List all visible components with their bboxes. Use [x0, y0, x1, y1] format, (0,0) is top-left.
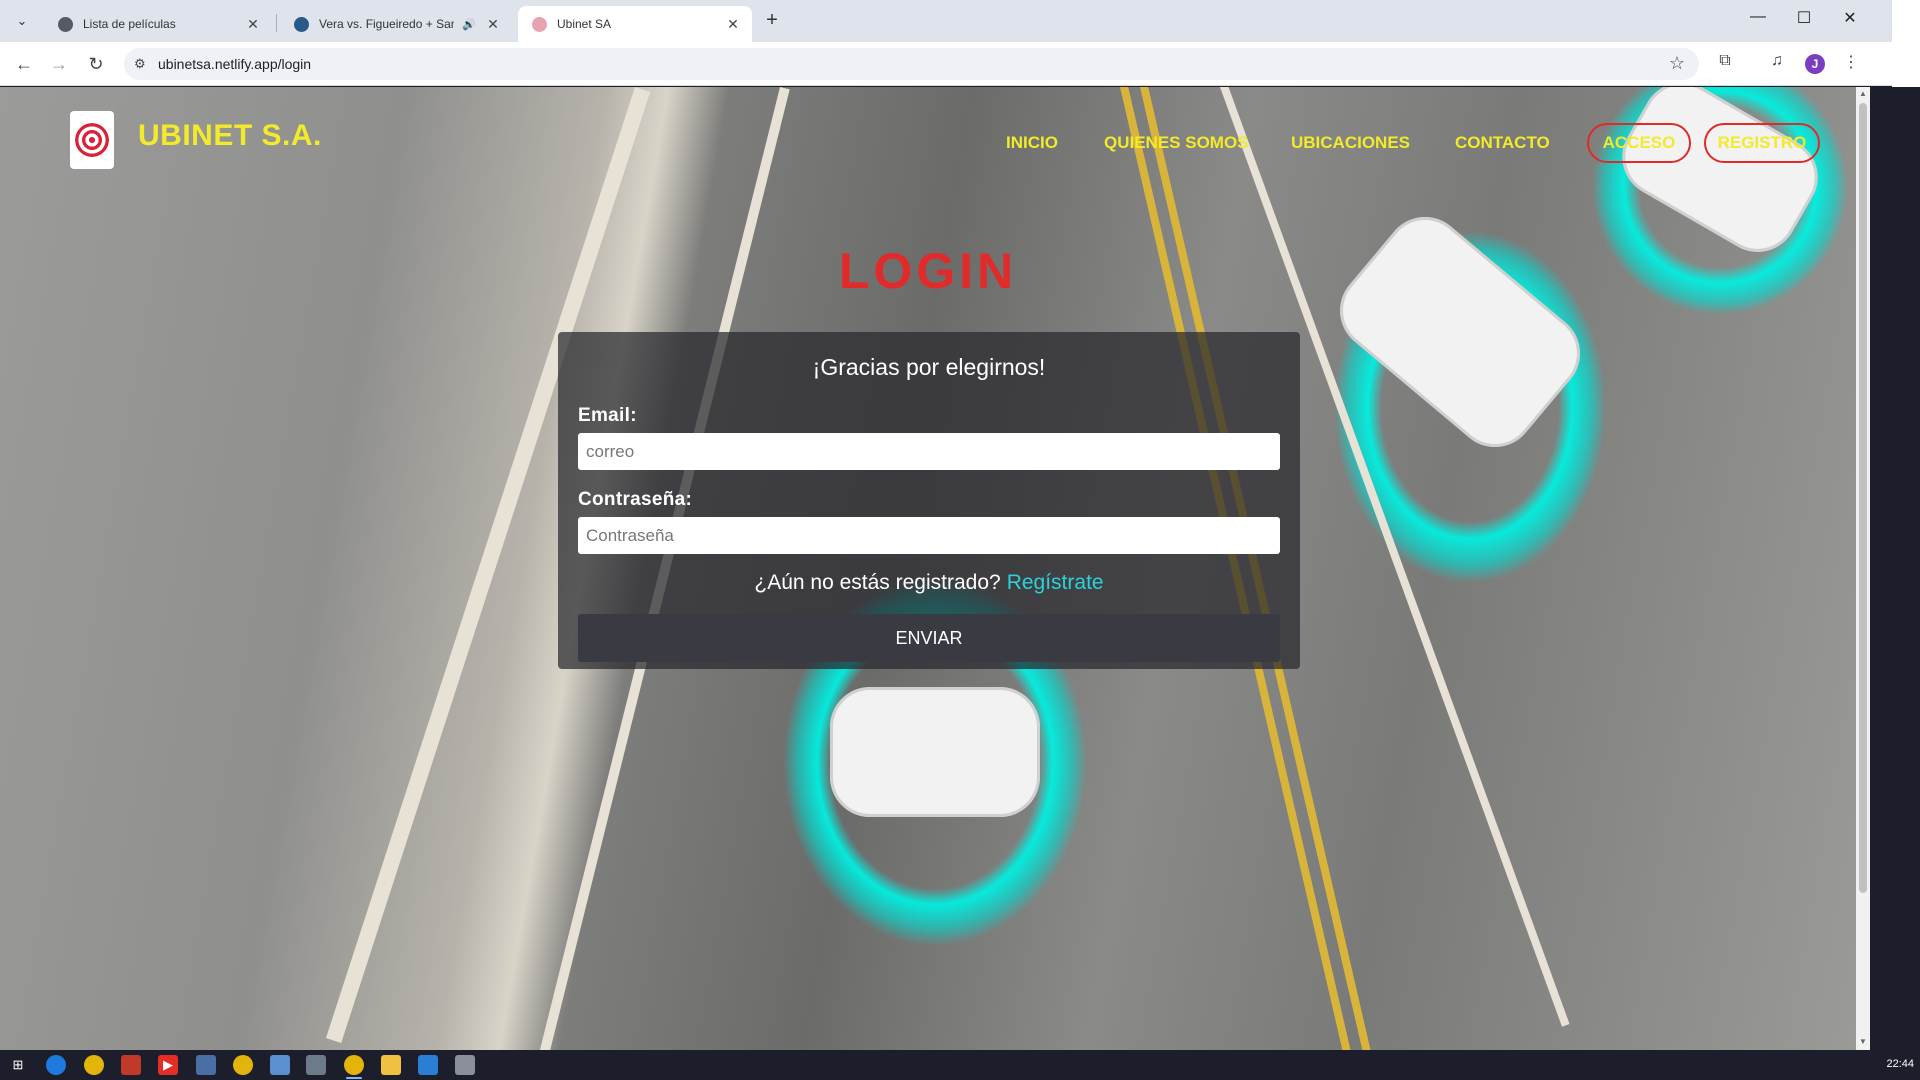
close-icon[interactable]: ✕: [724, 16, 742, 33]
email-label: Email:: [578, 405, 637, 426]
register-link[interactable]: Regístrate: [1007, 571, 1104, 594]
bookmark-star-icon[interactable]: ☆: [1669, 53, 1685, 74]
car-image: [1607, 87, 1833, 267]
scroll-thumb[interactable]: [1859, 103, 1867, 893]
active-app-indicator: [346, 1077, 362, 1079]
email-field[interactable]: [578, 433, 1280, 470]
site-favicon-icon: [294, 16, 309, 32]
site-info-icon[interactable]: ⚙: [134, 56, 146, 72]
youtube-icon[interactable]: ▶: [158, 1055, 178, 1075]
tab-search-icon[interactable]: ⌄: [10, 10, 34, 32]
menu-kebab-icon[interactable]: ⋮: [1839, 52, 1863, 72]
tab-label: Ubinet SA: [557, 17, 612, 31]
url-text[interactable]: ubinetsa.netlify.app/login: [158, 56, 311, 72]
password-field[interactable]: [578, 517, 1280, 554]
app-icon[interactable]: [196, 1055, 216, 1075]
tab-label: Lista de películas: [83, 17, 176, 31]
car-image: [1323, 200, 1597, 464]
tab-divider: [276, 14, 277, 32]
ubinet-favicon-icon: [532, 16, 547, 32]
vscode-icon[interactable]: [418, 1055, 438, 1075]
brand-name[interactable]: UBINET S.A.: [138, 119, 322, 153]
login-form: ¡Gracias por elegirnos! Email: Contraseñ…: [558, 332, 1300, 669]
chrome-icon[interactable]: [84, 1055, 104, 1075]
browser-toolbar: ← → ↻ ⚙ ubinetsa.netlify.app/login ☆ ⧉ ♫…: [0, 42, 1892, 86]
register-prompt-row: ¿Aún no estás registrado? Regístrate: [558, 571, 1300, 595]
background-window-edge: [1870, 87, 1920, 1050]
new-tab-button[interactable]: +: [760, 9, 784, 32]
scroll-down-icon[interactable]: ▼: [1858, 1037, 1868, 1046]
nav-quienes-somos[interactable]: QUIENES SOMOS: [1104, 133, 1249, 153]
greeting-text: ¡Gracias por elegirnos!: [812, 354, 1046, 380]
target-logo-icon: [75, 123, 109, 157]
chrome-icon[interactable]: [344, 1055, 364, 1075]
maximize-icon[interactable]: ☐: [1784, 8, 1824, 28]
minimize-icon[interactable]: —: [1738, 8, 1778, 26]
register-prompt-text: ¿Aún no estás registrado?: [754, 571, 1001, 594]
file-explorer-icon[interactable]: [381, 1055, 401, 1075]
nav-acceso-button[interactable]: ACCESO: [1587, 123, 1691, 163]
close-window-icon[interactable]: ✕: [1830, 8, 1870, 28]
window-edge: [1892, 0, 1920, 87]
taskbar: ⊞ ▶ 22:44: [0, 1050, 1920, 1080]
store-icon[interactable]: [121, 1055, 141, 1075]
media-controls-icon[interactable]: ♫: [1765, 52, 1789, 70]
reload-icon[interactable]: ↻: [84, 52, 108, 76]
car-image: [830, 687, 1040, 817]
tab-label: Vera vs. Figueiredo + Sandh: [319, 17, 455, 31]
calculator-icon[interactable]: [306, 1055, 326, 1075]
tab-ubinet[interactable]: Ubinet SA ✕: [518, 6, 752, 42]
extensions-icon[interactable]: ⧉: [1713, 52, 1737, 70]
profile-avatar[interactable]: J: [1805, 54, 1825, 74]
close-icon[interactable]: ✕: [484, 16, 502, 33]
windows-start-icon[interactable]: ⊞: [8, 1055, 28, 1075]
submit-button[interactable]: ENVIAR: [578, 614, 1280, 662]
back-arrow-icon[interactable]: ←: [12, 52, 36, 76]
close-icon[interactable]: ✕: [244, 16, 262, 33]
password-label: Contraseña:: [578, 489, 693, 510]
address-bar[interactable]: ⚙ ubinetsa.netlify.app/login ☆: [124, 48, 1699, 80]
chrome-icon[interactable]: [233, 1055, 253, 1075]
nav-inicio[interactable]: INICIO: [1006, 133, 1058, 153]
tab-vera-figueiredo[interactable]: Vera vs. Figueiredo + Sandh 🔊 ✕: [280, 6, 512, 42]
nav-contacto[interactable]: CONTACTO: [1455, 133, 1550, 153]
forward-arrow-icon[interactable]: →: [47, 52, 71, 76]
scroll-up-icon[interactable]: ▲: [1858, 89, 1868, 98]
nav-registro-button[interactable]: REGISTRO: [1704, 123, 1820, 163]
remote-desktop-icon[interactable]: [270, 1055, 290, 1075]
page-scrollbar[interactable]: ▲ ▼: [1856, 87, 1870, 1050]
app-icon[interactable]: [455, 1055, 475, 1075]
nav-ubicaciones[interactable]: UBICACIONES: [1291, 133, 1410, 153]
site-logo[interactable]: [70, 111, 114, 169]
tab-strip: ⌄ Lista de películas ✕ Vera vs. Figueire…: [0, 0, 1892, 42]
page-title: LOGIN: [838, 243, 1018, 299]
clock[interactable]: 22:44: [1886, 1058, 1914, 1070]
tab-lista-peliculas[interactable]: Lista de películas ✕: [44, 6, 272, 42]
globe-icon: [58, 16, 73, 32]
page-viewport: UBINET S.A. INICIO QUIENES SOMOS UBICACI…: [0, 87, 1856, 1050]
speaker-icon[interactable]: 🔊: [462, 18, 476, 31]
edge-icon[interactable]: [46, 1055, 66, 1075]
